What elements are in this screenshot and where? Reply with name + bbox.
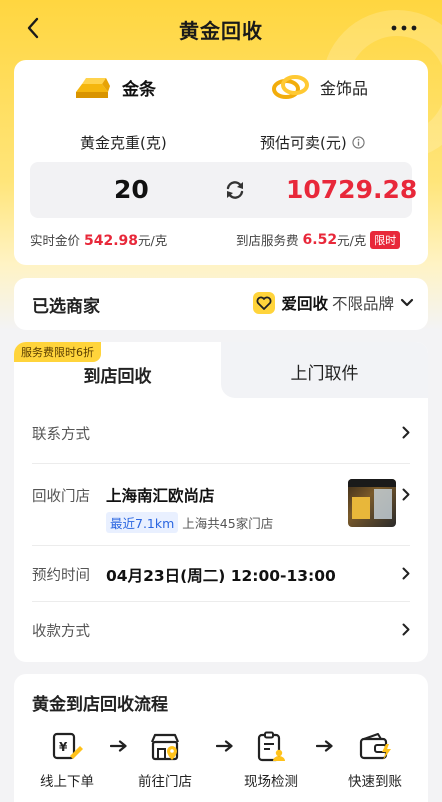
more-icon[interactable] [390,20,418,36]
step-visit-store: 前往门店 [120,730,210,790]
tab-gold-jewelry-label: 金饰品 [320,79,369,98]
distance-badge: 最近7.1km [106,512,179,533]
inspection-icon [257,731,285,762]
store-name: 上海南汇欧尚店 [106,487,215,505]
chevron-right-icon [402,426,410,439]
chevron-right-icon [402,623,410,636]
merchant-selector[interactable]: 爱回收 不限品牌 [253,292,414,314]
payment-method-row[interactable]: 收款方式 [32,602,410,658]
chevron-right-icon [402,567,410,580]
store-count: 上海共45家门店 [182,516,274,531]
service-card: 到店回收 上门取件 服务费限时6折 联系方式 回收门店 上海南汇欧尚店 最近7.… [14,342,428,662]
nav-bar: 黄金回收 [0,0,442,58]
step-payout-label: 快速到账 [348,774,402,790]
promo-badge: 服务费限时6折 [14,342,101,362]
tab-gold-bar[interactable]: 金条 [72,72,158,102]
realtime-price-label: 实时金价 [30,233,81,248]
merchant-card: 已选商家 爱回收 不限品牌 [14,278,428,330]
store-location-icon [150,733,180,761]
merchant-logo-icon [253,292,276,314]
process-title: 黄金到店回收流程 [32,695,168,715]
page-title: 黄金回收 [179,18,263,43]
service-fee-value: 6.52 [302,231,338,248]
estimate-label-group: 预估可卖(元) [260,132,365,153]
tab-gold-bar-label: 金条 [122,79,156,100]
time-value: 04月23日(周二) 12:00-13:00 [106,567,336,585]
tab-in-store-label: 到店回收 [83,366,152,387]
merchant-name: 爱回收 [281,295,328,313]
store-photo[interactable] [348,479,396,527]
realtime-price-value: 542.98 [84,233,139,249]
calculator-box: 20 10729.28 [30,162,417,218]
service-fee-label: 到店服务费 [236,233,299,248]
store-row[interactable]: 回收门店 上海南汇欧尚店 最近7.1km 上海共45家门店 [32,464,410,546]
step-order-label: 线上下单 [40,774,94,790]
limited-time-badge: 限时 [370,230,401,249]
svg-text:¥: ¥ [59,740,68,754]
info-icon[interactable] [352,136,365,149]
estimate-label: 预估可卖(元) [260,134,347,152]
step-order: ¥ 线上下单 [22,730,112,790]
gold-ring-icon [272,75,309,99]
estimate-value: 10729.28 [286,175,418,204]
store-meta: 最近7.1km 上海共45家门店 [106,512,273,533]
contact-row[interactable]: 联系方式 [32,398,410,464]
tab-home-pickup[interactable]: 上门取件 [221,342,428,398]
chevron-right-icon [402,488,410,501]
step-inspection: 现场检测 [226,730,316,790]
weight-label: 黄金克重(克) [80,134,167,152]
store-label: 回收门店 [32,489,90,505]
step-payout: 快速到账 [330,730,420,790]
order-icon: ¥ [52,732,83,760]
price-calculator-card: 金条 金饰品 黄金克重(克) 预估可卖(元) 20 10729.28 实时金价 … [14,60,428,265]
swap-icon[interactable] [224,179,246,201]
wallet-icon [359,733,391,760]
service-fee: 到店服务费 6.52 元/克 限时 [236,230,401,249]
merchant-title: 已选商家 [32,297,100,317]
tab-home-pickup-label: 上门取件 [290,363,359,384]
process-card: 黄金到店回收流程 ¥ 线上下单 前往门店 现场检测 快速到账 [14,674,428,802]
tab-gold-jewelry[interactable]: 金饰品 [270,72,368,102]
back-icon[interactable] [22,14,46,42]
merchant-brand-filter: 不限品牌 [331,295,394,313]
realtime-price: 实时金价 542.98元/克 [30,230,167,249]
step-inspection-label: 现场检测 [244,774,298,790]
time-label: 预约时间 [32,568,90,584]
chevron-down-icon [400,298,414,307]
step-visit-store-label: 前往门店 [138,774,192,790]
service-fee-unit: 元/克 [337,233,367,248]
realtime-price-unit: 元/克 [138,233,168,248]
appointment-time-row[interactable]: 预约时间 04月23日(周二) 12:00-13:00 [32,546,410,602]
weight-input[interactable]: 20 [114,175,149,204]
contact-label: 联系方式 [32,427,90,443]
gold-bar-icon [76,78,110,98]
payment-label: 收款方式 [32,624,90,640]
